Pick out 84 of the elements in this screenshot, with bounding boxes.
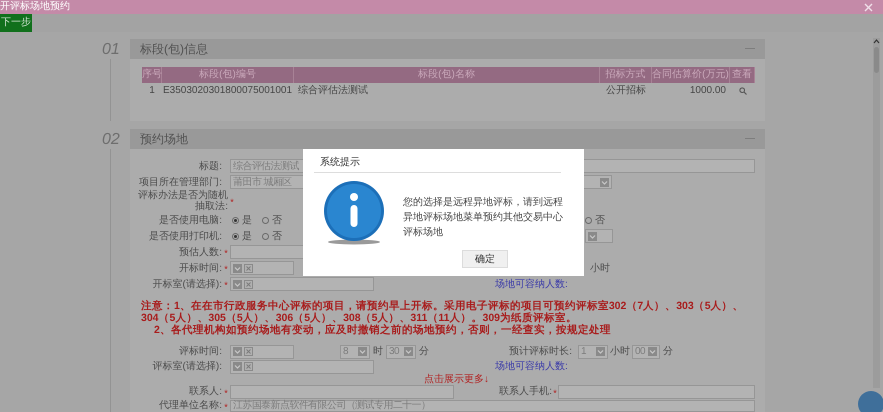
table-cell-text: E3503020301800075001001 [162, 84, 294, 98]
dropdown-icon[interactable] [648, 347, 657, 356]
clear-icon[interactable] [244, 264, 253, 272]
table-cell-text: 综合评估法测试 [297, 84, 369, 98]
required-mark: * [553, 388, 557, 398]
select-field[interactable] [585, 229, 613, 243]
clear-icon[interactable] [244, 280, 253, 288]
dropdown-icon[interactable] [596, 347, 605, 356]
radio-option[interactable]: 是 [232, 214, 252, 226]
clear-icon[interactable] [244, 347, 253, 356]
search-icon[interactable] [738, 87, 746, 95]
field-label: 联系人手机: [498, 386, 552, 397]
capacity-label: 场地可容纳人数: [495, 360, 568, 374]
field-label: 联系人: [188, 386, 222, 397]
dropdown-icon[interactable] [233, 280, 242, 288]
dropdown-icon[interactable] [233, 347, 242, 356]
required-mark: * [224, 248, 228, 258]
window-title: 开评标场地预约 [0, 1, 70, 13]
clear-icon[interactable] [244, 362, 253, 371]
field-label: 是否使用电脑: [158, 214, 222, 226]
ok-button[interactable]: 确定 [462, 250, 508, 268]
capacity-label: 场地可容纳人数: [495, 278, 568, 292]
table-cell-text: 1000.00 [688, 84, 727, 98]
notice-text: 2、各代理机构如预约场地有变动，应及时撤销之前的场地预约，否则，一经查实，按规定处理 [153, 324, 612, 336]
avatar-placeholder[interactable] [858, 391, 883, 412]
table-cell-text: 公开招标 [605, 84, 647, 98]
field-label: 是否使用打印机: [148, 230, 222, 242]
section-number: 02 [102, 130, 120, 149]
scrollbar-thumb[interactable] [874, 47, 879, 73]
dropdown-icon[interactable] [588, 232, 597, 240]
radio-option[interactable]: 是 [232, 230, 252, 242]
select-field[interactable] [230, 360, 374, 374]
input-field[interactable] [230, 384, 454, 398]
field-label: 开标室(请选择): [152, 278, 222, 290]
radio-option[interactable]: 否 [262, 214, 282, 226]
notice-text: 注意：1、在在市行政服务中心评标的项目，请预约早上开标。采用电子评标的项目可预约评标室302（7人）、303（5人）、304（5人）、305（5人）、306（5人）、308（5人）、311（11人）。309为纸质评标室。 [141, 300, 745, 324]
required-mark: * [224, 264, 228, 274]
dialog-message: 您的选择是远程异地评标，请到远程异地评标场地菜单预约其他交易中心评标场地 [403, 196, 564, 240]
close-icon[interactable] [864, 2, 873, 12]
dropdown-icon[interactable] [233, 362, 242, 371]
required-mark: * [224, 402, 228, 412]
date-field[interactable] [230, 344, 294, 358]
column-header: 查看 [730, 67, 755, 83]
required-mark: * [224, 280, 228, 290]
date-field[interactable] [230, 261, 294, 275]
table-cell-text: 1 [148, 84, 156, 98]
column-header: 合同估算价(万元) [652, 67, 730, 83]
section-title: 预约场地 [140, 131, 188, 148]
field-label: 代理单位名称: [158, 400, 222, 411]
field-label: 项目所在管理部门: [138, 176, 222, 188]
radio-option[interactable]: 否 [262, 230, 282, 242]
field-label: 评标时间: [178, 346, 222, 357]
column-header: 序号 [142, 67, 162, 83]
unit-label: 分 [418, 345, 430, 359]
section-number: 01 [102, 40, 120, 59]
select-field[interactable] [230, 277, 374, 291]
field-label: 开标时间: [178, 262, 222, 274]
dropdown-icon[interactable] [358, 347, 367, 356]
unit-label: 小时 [609, 344, 631, 359]
next-step-button[interactable]: 下一步 [0, 14, 32, 32]
column-header: 标段(包)编号 [162, 67, 294, 83]
field-label: 预估人数: [178, 246, 222, 258]
dropdown-icon[interactable] [600, 178, 609, 186]
unit-label: 时 [372, 344, 384, 359]
unit-label: 分 [662, 345, 674, 359]
unit-label: 小时 [590, 262, 610, 276]
required-mark: * [230, 197, 234, 207]
radio-option[interactable]: 否 [585, 214, 605, 226]
input-field[interactable] [558, 384, 755, 398]
info-icon [322, 180, 386, 246]
field-label: 预计评标时长: [508, 346, 572, 357]
field-label: 标题: [198, 160, 222, 172]
required-mark: * [224, 388, 228, 398]
dialog-title: 系统提示 [320, 157, 360, 169]
field-label: 评标室(请选择): [152, 361, 222, 372]
scrollbar[interactable] [873, 38, 880, 388]
dropdown-icon[interactable] [404, 347, 413, 356]
scroll-up-icon[interactable] [873, 38, 880, 45]
show-more-link[interactable]: 点击展示更多↓ [424, 374, 489, 384]
section-title: 标段(包)信息 [140, 41, 208, 58]
column-header: 招标方式 [600, 67, 652, 83]
column-header: 标段(包)名称 [294, 67, 600, 83]
dropdown-icon[interactable] [233, 264, 242, 272]
field-label: 评标办法是否为随机抽取法: [137, 190, 228, 212]
